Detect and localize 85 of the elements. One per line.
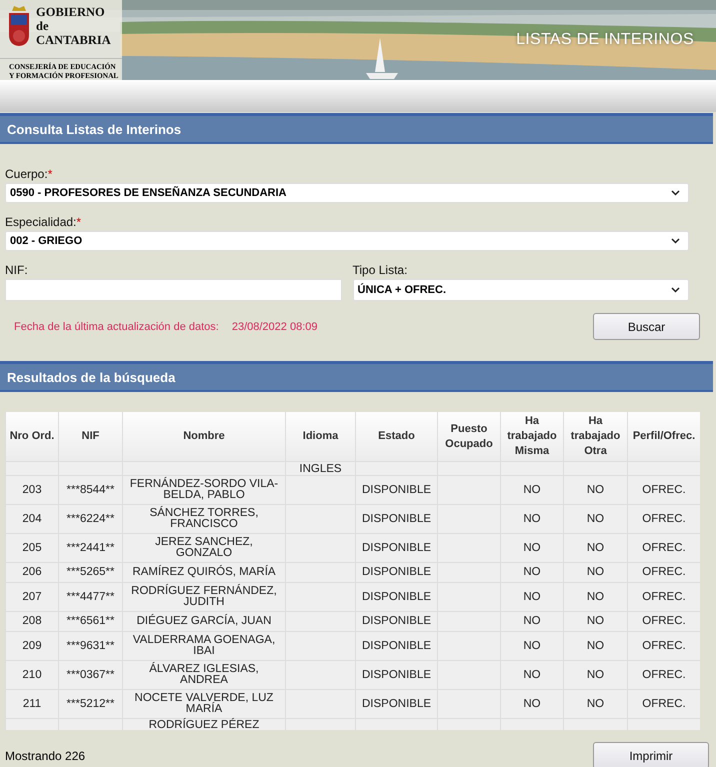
column-header[interactable]: Nro Ord. xyxy=(6,412,58,462)
logo-title: GOBIERNO de CANTABRIA xyxy=(36,5,111,49)
table-cell: DISPONIBLE xyxy=(356,612,438,632)
table-cell: DISPONIBLE xyxy=(356,690,438,718)
table-cell: 210 xyxy=(6,660,58,690)
table-cell: DISPONIBLE xyxy=(356,476,438,504)
table-cell: RODRÍGUEZ FERNÁNDEZ, JUDITH xyxy=(122,582,286,612)
table-cell: NO xyxy=(500,690,564,718)
column-header[interactable]: Ha trabajado Otra xyxy=(564,412,628,462)
update-label: Fecha de la última actualización de datos: xyxy=(14,320,219,332)
table-cell: NO xyxy=(564,476,628,504)
input-field[interactable] xyxy=(5,279,342,301)
table-cell-text: RODRÍGUEZ PÉREZ xyxy=(148,719,260,730)
table-cell: 209 xyxy=(6,632,58,660)
column-header[interactable]: Nombre xyxy=(122,412,286,462)
table-cell: NO xyxy=(564,660,628,690)
select-field[interactable]: ÚNICA + OFREC. xyxy=(352,279,689,301)
table-cell: ***4477** xyxy=(58,582,122,612)
table-cell: NO xyxy=(500,612,564,632)
table-cell: NO xyxy=(564,632,628,660)
table-cell: NO xyxy=(500,582,564,612)
table-cell: 211 xyxy=(6,690,58,718)
column-header[interactable]: Idioma xyxy=(286,412,356,462)
field-label: Tipo Lista: xyxy=(352,263,408,277)
table-cell: DIÉGUEZ GARCÍA, JUAN xyxy=(122,612,286,632)
print-button[interactable]: Imprimir xyxy=(593,742,709,767)
table-cell: NO xyxy=(500,504,564,534)
select-field[interactable]: 0590 - PROFESORES DE ENSEÑANZA SECUNDARIA xyxy=(5,183,689,203)
caret-icon xyxy=(671,287,680,293)
table-cell: ***6561** xyxy=(58,612,122,632)
table-cell: ***9631** xyxy=(58,632,122,660)
section-header: Consulta Listas de Interinos xyxy=(0,113,713,144)
table-cell: VALDERRAMA GOENAGA, IBAI xyxy=(122,632,286,660)
section-header: Resultados de la búsqueda xyxy=(0,361,713,392)
table-cell: NOCETE VALVERDE, LUZ MARÍA xyxy=(122,690,286,718)
table-cell: NO xyxy=(564,534,628,562)
column-header[interactable]: Estado xyxy=(356,412,438,462)
table-cell: NO xyxy=(500,476,564,504)
table-cell: NO xyxy=(564,582,628,612)
table-cell: ***0367** xyxy=(58,660,122,690)
table-cell: NO xyxy=(500,660,564,690)
update-date: 23/08/2022 08:09 xyxy=(232,320,318,332)
table-cell: NO xyxy=(500,562,564,582)
table-cell: 206 xyxy=(6,562,58,582)
column-header[interactable]: Ha trabajado Misma xyxy=(500,412,564,462)
table-cell: NO xyxy=(500,632,564,660)
result-count: Mostrando 226 xyxy=(5,748,86,762)
table-cell: NO xyxy=(564,690,628,718)
select-field[interactable]: 002 - GRIEGO xyxy=(5,231,689,251)
column-header[interactable]: Puesto Ocupado xyxy=(438,412,500,462)
search-button[interactable]: Buscar xyxy=(593,313,700,340)
table-cell: JEREZ SANCHEZ, GONZALO xyxy=(122,534,286,562)
table-cell: DISPONIBLE xyxy=(356,562,438,582)
table-cell: NO xyxy=(564,612,628,632)
caret-icon xyxy=(671,190,680,196)
caret-icon xyxy=(671,238,680,244)
table-cell: DISPONIBLE xyxy=(356,582,438,612)
table-cell: NO xyxy=(500,534,564,562)
table-cell: 205 xyxy=(6,534,58,562)
table-cell: NO xyxy=(564,504,628,534)
table-cell: 204 xyxy=(6,504,58,534)
table-cell: DISPONIBLE xyxy=(356,660,438,690)
table-cell: 203 xyxy=(6,476,58,504)
field-label: NIF: xyxy=(5,263,29,277)
table-cell: 208 xyxy=(6,612,58,632)
coat-of-arms-icon xyxy=(8,5,30,47)
field-label: Cuerpo:* xyxy=(5,167,54,181)
column-header[interactable]: Perfil/Ofrec. xyxy=(628,412,700,462)
table-cell: ÁLVAREZ IGLESIAS, ANDREA xyxy=(122,660,286,690)
table-cell: FERNÁNDEZ-SORDO VILA-BELDA, PABLO xyxy=(122,476,286,504)
table-cell: NO xyxy=(564,562,628,582)
table-cell: ***8544** xyxy=(58,476,122,504)
field-label: Especialidad:* xyxy=(5,215,82,229)
table-cell: RAMÍREZ QUIRÓS, MARÍA xyxy=(122,562,286,582)
table-cell: ***5265** xyxy=(58,562,122,582)
table-cell: ***2441** xyxy=(58,534,122,562)
column-header[interactable]: NIF xyxy=(58,412,122,462)
table-cell: DISPONIBLE xyxy=(356,534,438,562)
table-cell: SÁNCHEZ TORRES, FRANCISCO xyxy=(122,504,286,534)
table-cell: 207 xyxy=(6,582,58,612)
table-cell: INGLES xyxy=(286,462,356,476)
table-cell: DISPONIBLE xyxy=(356,632,438,660)
table-cell: ***6224** xyxy=(58,504,122,534)
table-cell: ***5212** xyxy=(58,690,122,718)
table-cell: DISPONIBLE xyxy=(356,504,438,534)
